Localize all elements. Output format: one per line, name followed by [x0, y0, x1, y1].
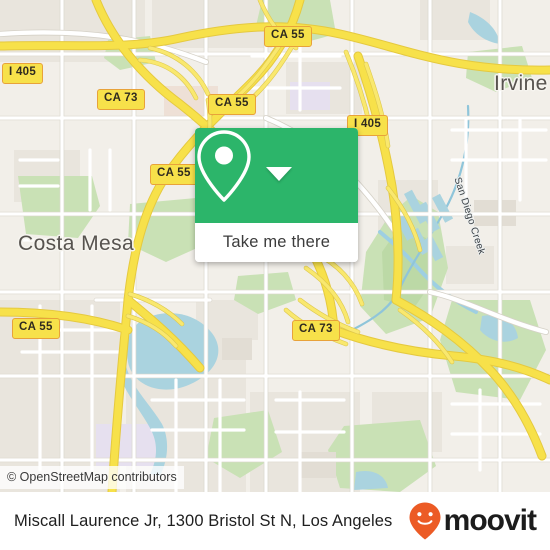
map-page: .land{fill:#f2efe9} .res{fill:#e9e5dd} .…	[0, 0, 550, 550]
highway-shield-ca55-mid[interactable]: CA 55	[150, 164, 198, 185]
highway-shield-ca73-west[interactable]: CA 73	[97, 89, 145, 110]
popup-pointer-tail	[266, 167, 292, 181]
osm-attribution[interactable]: © OpenStreetMap contributors	[0, 466, 184, 489]
moovit-wordmark: moovit	[443, 504, 537, 537]
take-me-there-label: Take me there	[222, 233, 331, 251]
highway-shield-i405-west[interactable]: I 405	[2, 63, 44, 84]
location-popup[interactable]: Take me there	[195, 128, 358, 262]
highway-shield-ca55-upper[interactable]: CA 55	[208, 94, 256, 115]
popup-action-bar[interactable]: Take me there	[195, 223, 358, 262]
place-title: Miscall Laurence Jr, 1300 Bristol St N, …	[14, 511, 393, 530]
highway-shield-ca73-south[interactable]: CA 73	[292, 320, 340, 341]
moovit-logo[interactable]: moovit	[408, 501, 537, 541]
map-canvas[interactable]: .land{fill:#f2efe9} .res{fill:#e9e5dd} .…	[0, 0, 550, 492]
moovit-smiley-pin-icon	[409, 502, 441, 540]
highway-shield-ca55-south[interactable]: CA 55	[12, 318, 60, 339]
footer-bar: Miscall Laurence Jr, 1300 Bristol St N, …	[0, 492, 550, 550]
map-pin-icon	[197, 130, 251, 202]
highway-shield-ca55-north[interactable]: CA 55	[264, 26, 312, 47]
